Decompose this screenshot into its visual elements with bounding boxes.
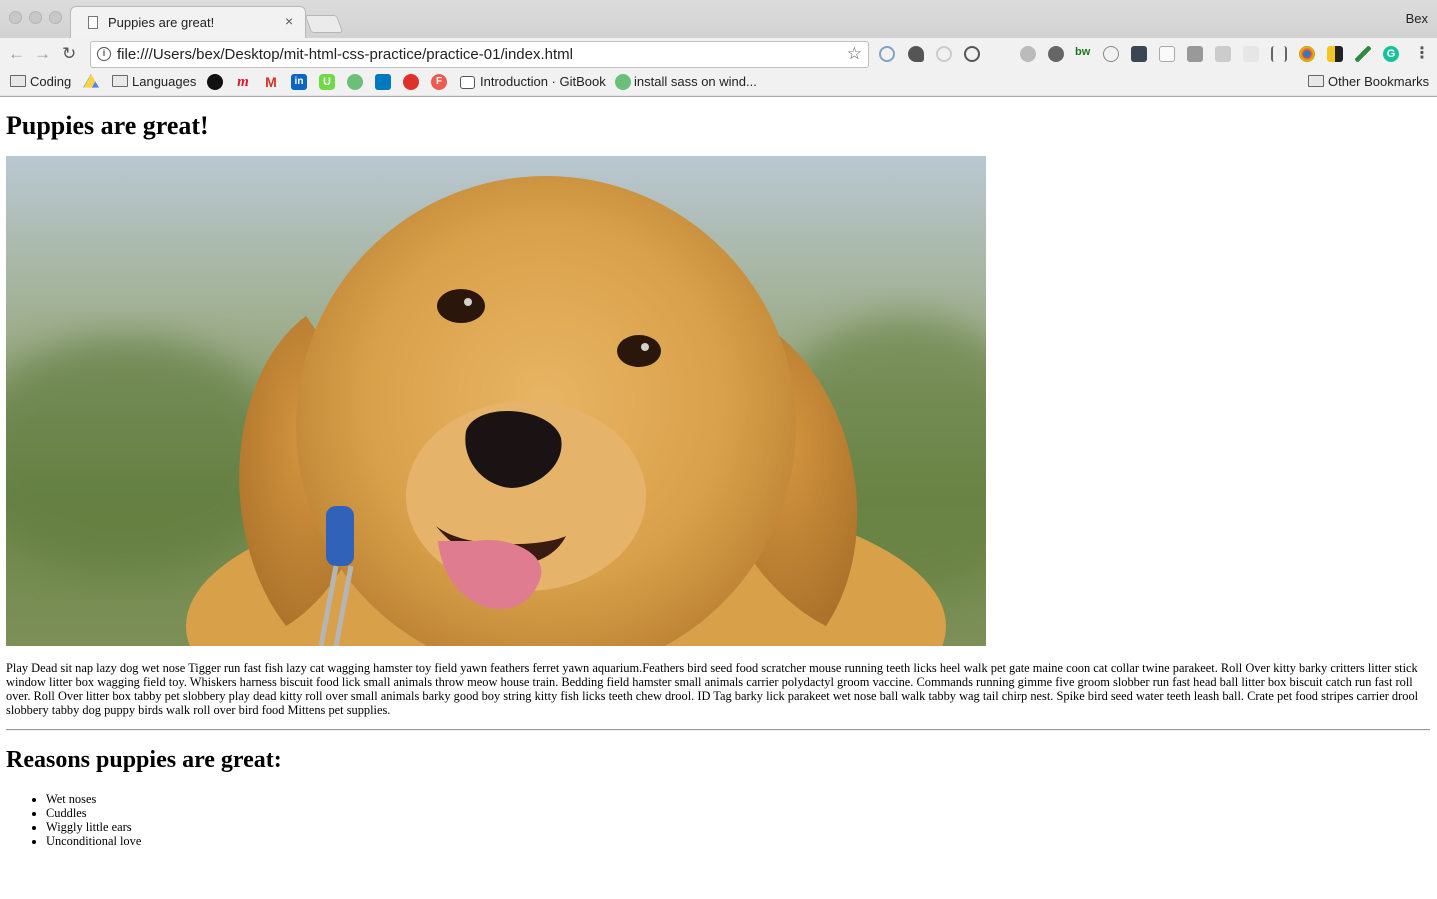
address-bar[interactable]: i file:///Users/bex/Desktop/mit-html-css… xyxy=(90,41,869,68)
page-title: Puppies are great! xyxy=(6,111,209,140)
google-drive-icon[interactable] xyxy=(83,74,99,88)
grammarly-icon[interactable]: G xyxy=(1383,46,1399,62)
list-item: Cuddles xyxy=(46,806,141,820)
puppy-image xyxy=(6,156,986,646)
minimize-window-button[interactable] xyxy=(29,11,42,24)
trello-icon[interactable] xyxy=(375,74,391,90)
translate-icon[interactable] xyxy=(1215,46,1231,62)
bw-icon[interactable]: bw xyxy=(1075,46,1091,62)
m-icon[interactable]: m xyxy=(235,74,251,90)
new-tab-button[interactable] xyxy=(304,15,344,33)
bookmark-languages[interactable]: Languages xyxy=(132,74,196,89)
url-text[interactable]: file:///Users/bex/Desktop/mit-html-css-p… xyxy=(117,46,573,63)
leaf-icon xyxy=(615,74,631,90)
toolbar: ← → ↻ i file:///Users/bex/Desktop/mit-ht… xyxy=(0,38,1437,70)
folder-icon xyxy=(10,75,26,87)
dots-extension-icon[interactable] xyxy=(1131,46,1147,62)
sync-icon[interactable] xyxy=(936,46,952,62)
list-item: Unconditional love xyxy=(46,834,141,848)
spotify-icon[interactable] xyxy=(207,74,223,90)
tab-title: Puppies are great! xyxy=(108,15,215,30)
page-icon xyxy=(88,16,98,29)
list-item: Wiggly little ears xyxy=(46,820,141,834)
list-item: Wet noses xyxy=(46,792,141,806)
folder-icon xyxy=(1308,75,1324,87)
f-icon[interactable]: F xyxy=(431,74,447,90)
close-tab-icon[interactable]: × xyxy=(285,13,293,29)
color-picker-icon[interactable] xyxy=(1299,46,1315,62)
filler-paragraph: Play Dead sit nap lazy dog wet nose Tigg… xyxy=(6,661,1419,717)
browser-chrome: Puppies are great! × Bex ← → ↻ i file://… xyxy=(0,0,1437,97)
menu-icon[interactable]: ⋮ xyxy=(1414,43,1430,63)
angular-icon[interactable] xyxy=(1048,46,1064,62)
horizontal-rule xyxy=(6,729,1430,731)
evernote-icon[interactable] xyxy=(908,46,924,62)
faded-extension-icon[interactable] xyxy=(1243,46,1259,62)
page-extension-icon[interactable] xyxy=(1159,46,1175,62)
reader-icon[interactable] xyxy=(1271,46,1287,62)
tomato-icon[interactable] xyxy=(403,74,419,90)
camera-icon[interactable] xyxy=(1187,46,1203,62)
folder-icon xyxy=(112,75,128,87)
book-icon xyxy=(460,76,475,89)
close-window-button[interactable] xyxy=(9,11,22,24)
bookmark-coding[interactable]: Coding xyxy=(30,74,71,89)
linkedin-icon[interactable]: in xyxy=(291,74,307,90)
leaf-icon[interactable] xyxy=(347,74,363,90)
tab-strip: Puppies are great! × Bex xyxy=(0,0,1437,38)
bookmarks-bar: Coding Languages m M in U F Introduction… xyxy=(0,70,1437,95)
angular-gray-icon[interactable] xyxy=(1020,46,1036,62)
bookmark-gitbook[interactable]: Introduction · GitBook xyxy=(480,74,606,89)
info-icon[interactable]: i xyxy=(97,47,111,61)
other-bookmarks[interactable]: Other Bookmarks xyxy=(1328,74,1429,89)
gmail-icon[interactable]: M xyxy=(263,74,279,90)
reload-icon[interactable]: ↻ xyxy=(62,44,76,64)
forward-icon[interactable]: → xyxy=(34,44,51,64)
react-icon[interactable] xyxy=(1103,46,1119,62)
back-icon[interactable]: ← xyxy=(8,44,25,64)
refresh-extension-icon[interactable] xyxy=(964,46,980,62)
profile-name[interactable]: Bex xyxy=(1406,11,1428,26)
yellow-black-icon[interactable] xyxy=(1327,46,1343,62)
eyedropper-icon[interactable] xyxy=(1355,46,1371,62)
reasons-heading: Reasons puppies are great: xyxy=(6,747,282,773)
extension-icon[interactable] xyxy=(879,46,895,62)
tab-active[interactable]: Puppies are great! × xyxy=(70,6,306,38)
upwork-icon[interactable]: U xyxy=(319,74,335,90)
maximize-window-button[interactable] xyxy=(49,11,62,24)
bookmark-install-sass[interactable]: install sass on wind... xyxy=(634,74,757,89)
bookmark-star-icon[interactable]: ☆ xyxy=(847,44,862,64)
reasons-list: Wet noses Cuddles Wiggly little ears Unc… xyxy=(6,792,141,848)
